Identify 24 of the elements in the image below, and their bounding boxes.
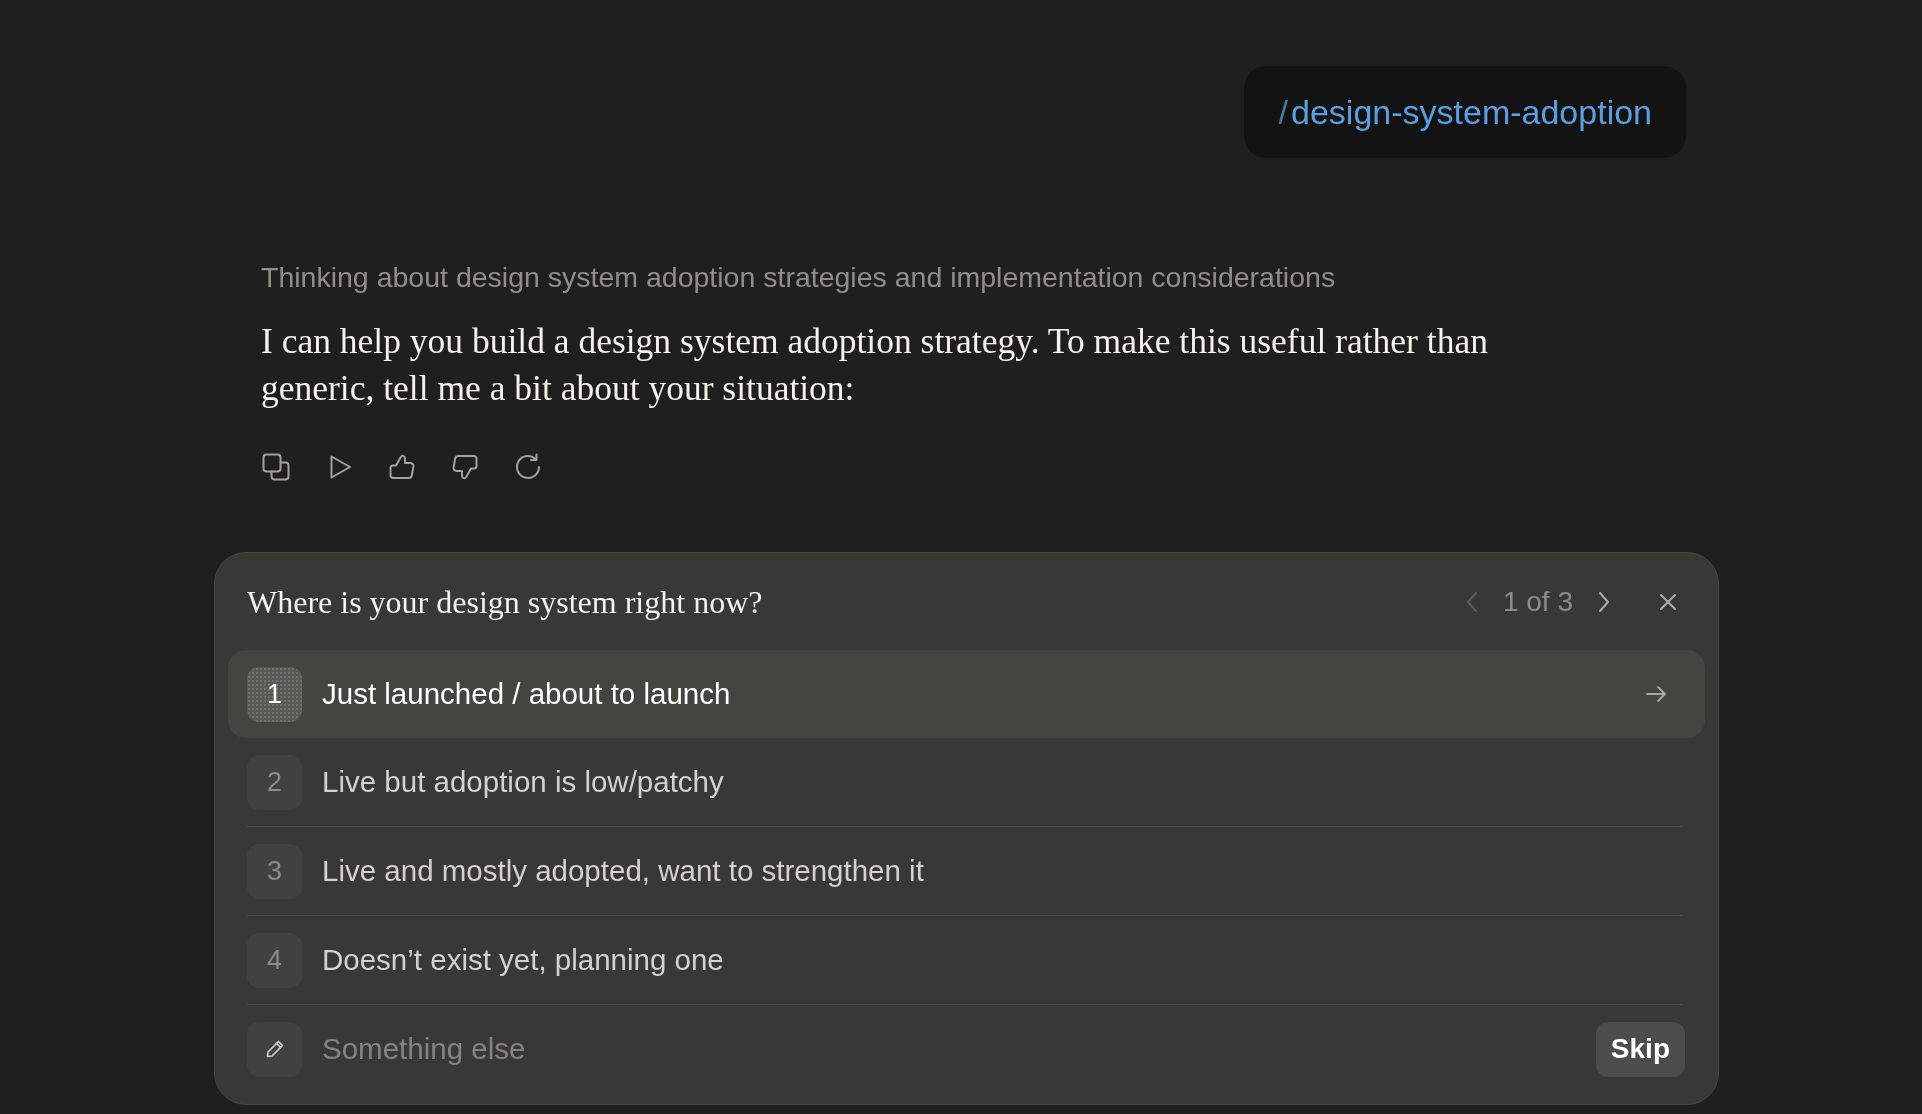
refresh-icon[interactable]	[513, 452, 543, 482]
question-text: Where is your design system right now?	[247, 582, 763, 622]
option-item[interactable]: 2 Live but adoption is low/patchy	[228, 738, 1705, 826]
skip-button[interactable]: Skip	[1595, 1021, 1685, 1077]
copy-icon[interactable]	[261, 452, 291, 482]
option-item[interactable]: 1 Just launched / about to launch	[228, 650, 1705, 738]
response-text: I can help you build a design system adoption strategy. To make this useful rather than generic, tell me a bit about your situation:	[261, 320, 1489, 410]
option-item[interactable]: 3 Live and mostly adopted, want to strengthen it	[228, 827, 1705, 915]
number-badge: 2	[247, 754, 302, 810]
option-item[interactable]: 4 Doesn’t exist yet, planning one	[228, 916, 1705, 1004]
page-indicator: 1 of 3	[1502, 584, 1573, 619]
thumbs-down-icon[interactable]	[450, 452, 480, 482]
other-answer-field[interactable]: Something else	[322, 1026, 742, 1072]
thinking-summary[interactable]: Thinking about design system adoption strategies and implementation considerations	[261, 259, 1719, 295]
arrow-right-icon	[1645, 683, 1667, 705]
command-text: design-system-adoption	[1291, 91, 1652, 133]
close-icon[interactable]	[1659, 592, 1677, 611]
pencil-icon	[247, 1021, 302, 1077]
number-badge: 4	[247, 932, 302, 988]
command-slash: /	[1278, 91, 1289, 133]
thumbs-up-icon[interactable]	[387, 452, 417, 482]
number-badge: 1	[247, 666, 302, 722]
chevron-right-icon[interactable]	[1597, 590, 1611, 613]
number-badge: 3	[247, 843, 302, 899]
